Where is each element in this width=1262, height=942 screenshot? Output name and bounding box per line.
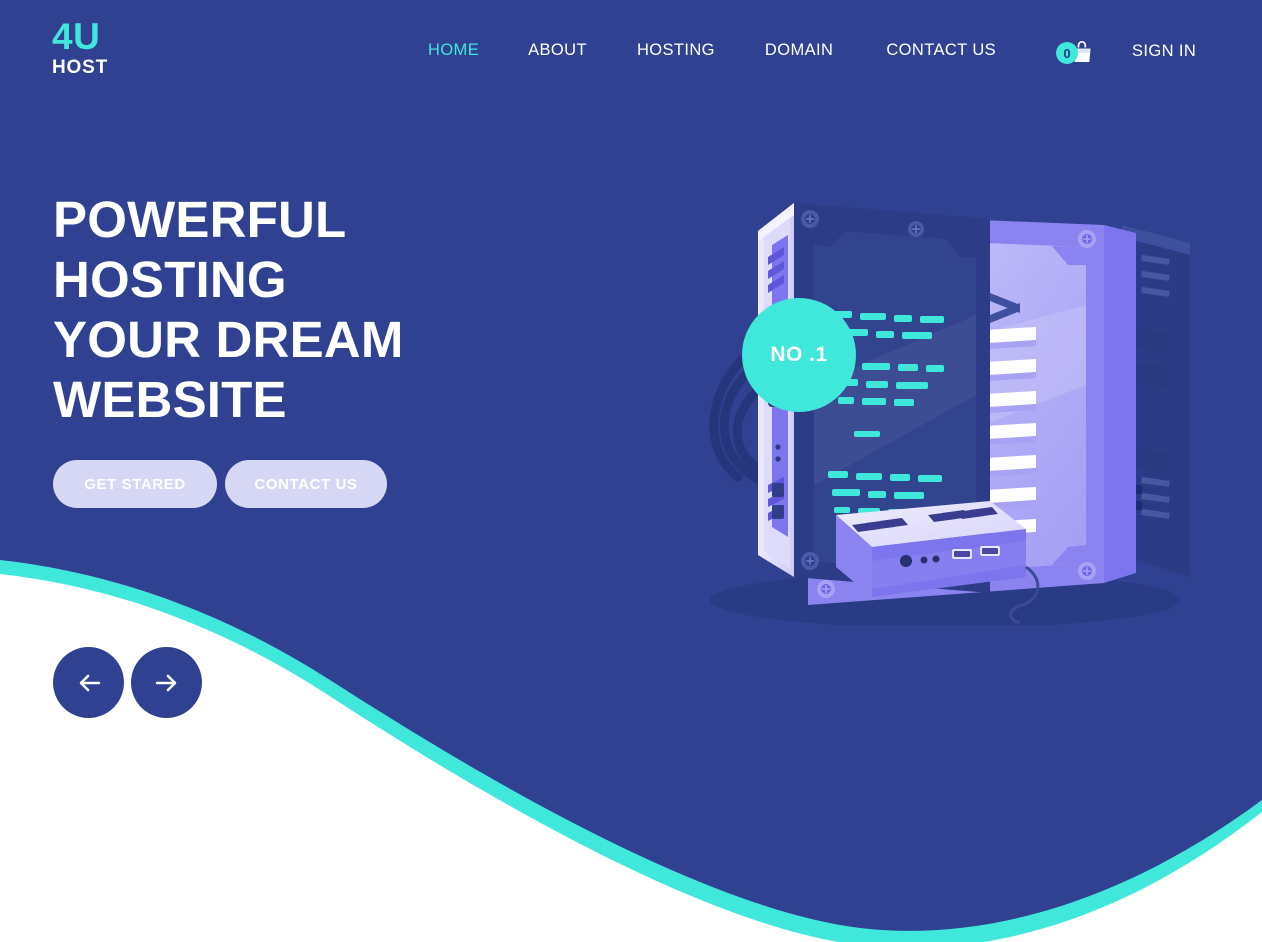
arrow-left-icon: [79, 674, 100, 691]
slider-prev-button[interactable]: [53, 647, 124, 718]
cart-button[interactable]: 0: [1056, 36, 1100, 68]
nav-item-about[interactable]: ABOUT: [528, 41, 587, 60]
brand-logo[interactable]: 4U HOST: [52, 18, 108, 77]
hero-content: POWERFUL HOSTING YOUR DREAM WEBSITE GET …: [53, 190, 533, 508]
main-navigation: HOME ABOUT HOSTING DOMAIN CONTACT US: [428, 41, 996, 60]
nav-item-contact-us[interactable]: CONTACT US: [886, 41, 996, 60]
brand-logo-secondary: HOST: [52, 57, 108, 78]
slider-next-button[interactable]: [131, 647, 202, 718]
site-header: 4U HOST HOME ABOUT HOSTING DOMAIN CONTAC…: [0, 0, 1262, 100]
get-started-button[interactable]: GET STARED: [53, 460, 217, 508]
hero-cta-group: GET STARED CONTACT US: [53, 460, 533, 508]
server-illustration: [709, 203, 1190, 625]
no-1-badge: NO .1: [742, 298, 856, 412]
nav-item-hosting[interactable]: HOSTING: [637, 41, 715, 60]
cart-count-badge: 0: [1056, 42, 1078, 64]
brand-logo-primary: 4U: [52, 16, 101, 57]
nav-item-domain[interactable]: DOMAIN: [765, 41, 833, 60]
hero-title-line-2: HOSTING: [53, 251, 287, 308]
hero-title-line-4: WEBSITE: [53, 371, 287, 428]
slider-navigation: [53, 647, 202, 718]
hero-page: 4U HOST HOME ABOUT HOSTING DOMAIN CONTAC…: [0, 0, 1262, 942]
contact-us-button[interactable]: CONTACT US: [225, 460, 387, 508]
hero-title: POWERFUL HOSTING YOUR DREAM WEBSITE: [53, 190, 533, 430]
hero-title-line-3: YOUR DREAM: [53, 311, 404, 368]
no-1-badge-label: NO .1: [770, 343, 828, 366]
arrow-right-icon: [155, 674, 176, 691]
sign-in-link[interactable]: SIGN IN: [1132, 42, 1196, 61]
nav-item-home[interactable]: HOME: [428, 41, 479, 60]
hero-title-line-1: POWERFUL: [53, 191, 347, 248]
